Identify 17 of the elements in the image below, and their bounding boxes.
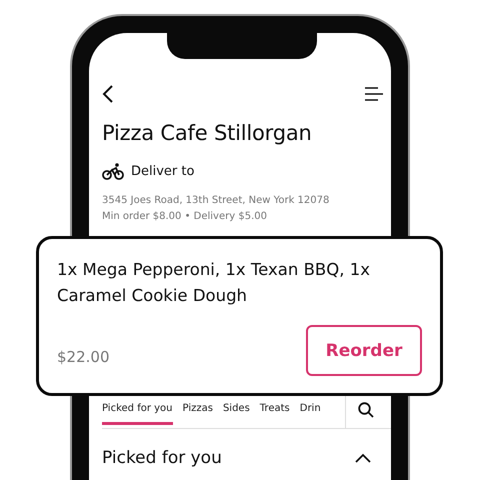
category-tab[interactable]: Pizzas [182, 396, 213, 425]
category-tab[interactable]: Sides [222, 396, 250, 425]
search-icon[interactable] [358, 402, 374, 418]
section-title: Picked for you [102, 448, 222, 468]
category-tab[interactable]: Treats [260, 396, 290, 425]
menu-icon[interactable] [365, 87, 383, 101]
order-details: Min order $8.00 • Delivery $5.00 [102, 210, 268, 224]
restaurant-title: Pizza Cafe Stillorgan [102, 121, 313, 145]
category-tab[interactable]: Drin [300, 396, 321, 425]
order-items: 1x Mega Pepperoni, 1x Texan BBQ, 1x Caramel Cookie Dough [57, 259, 371, 307]
delivery-label: Deliver to [131, 164, 194, 179]
reorder-button[interactable]: Reorder [306, 325, 422, 376]
delivery-address: 3545 Joes Road, 13th Street, New York 12078 [102, 194, 330, 208]
back-icon[interactable] [102, 85, 114, 103]
chevron-up-icon[interactable] [355, 453, 371, 463]
bicycle-icon [102, 163, 124, 180]
order-price: $22.00 [57, 348, 110, 366]
